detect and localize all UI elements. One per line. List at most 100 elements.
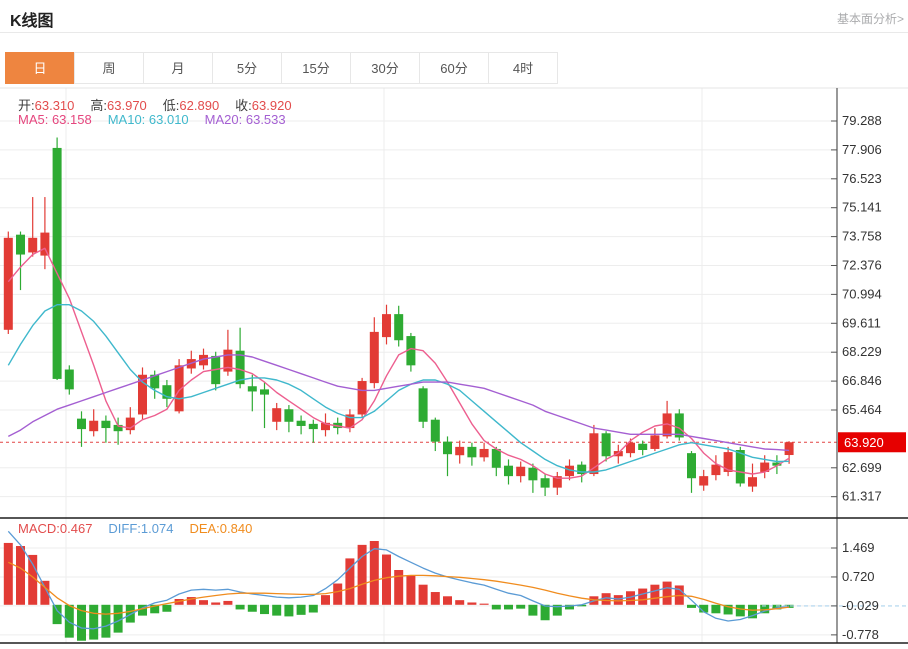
ohlc-pair: 低:62.890 <box>163 98 219 113</box>
candle-body <box>784 442 794 456</box>
price-axis-label: 70.994 <box>842 286 882 301</box>
candle-body <box>89 420 99 432</box>
ohlc-label: 低: <box>162 98 180 113</box>
candle-body <box>516 466 526 477</box>
macd-bar <box>443 596 452 605</box>
ohlc-pair: 高:63.970 <box>90 98 146 113</box>
macd-axis-label: -0.778 <box>842 627 879 642</box>
price-axis-label: 61.317 <box>842 489 882 504</box>
candle-body <box>479 448 489 458</box>
candle-body <box>296 420 306 426</box>
ma-value: MA10: 63.010 <box>107 112 189 127</box>
candle-body <box>394 314 404 341</box>
price-axis-label: 66.846 <box>842 373 882 388</box>
price-axis-label: 75.141 <box>842 200 882 215</box>
macd-bar <box>284 604 294 617</box>
candle-body <box>284 409 294 422</box>
candle-body <box>528 467 538 481</box>
macd-bar <box>162 604 172 612</box>
price-pane <box>0 137 837 496</box>
candle-body <box>504 465 513 477</box>
ma-value: MA5: 63.158 <box>18 112 92 127</box>
candle-body <box>748 477 757 487</box>
candle-body <box>101 420 111 429</box>
macd-bar <box>479 603 489 605</box>
candle-body <box>638 443 648 451</box>
candle-body <box>260 389 269 395</box>
price-axis-label: 69.611 <box>842 315 881 330</box>
candle-body <box>735 450 745 484</box>
candle-body <box>52 147 62 379</box>
price-axis-label: 62.699 <box>842 460 882 475</box>
price-axis-label: 76.523 <box>842 171 882 186</box>
candle-body <box>369 331 379 384</box>
ma20-line <box>7 354 790 452</box>
macd-bar <box>382 554 391 605</box>
macd-bar <box>89 604 99 640</box>
macd-bar <box>491 604 501 610</box>
ma-value: MA20: 63.533 <box>204 112 286 127</box>
macd-bar <box>16 546 25 605</box>
macd-bar <box>687 604 696 608</box>
candle-body <box>443 441 452 455</box>
macd-bar <box>247 604 257 612</box>
current-price-badge-label: 63.920 <box>844 435 884 450</box>
macd-axis-label: 0.720 <box>842 569 875 584</box>
macd-value: DIFF:1.074 <box>108 521 174 536</box>
ohlc-pair: 开:63.310 <box>18 98 74 113</box>
macd-readout: MACD:0.467 DIFF:1.074 DEA:0.840 <box>18 521 268 536</box>
ohlc-value: 62.890 <box>179 98 220 113</box>
candle-body <box>430 419 440 442</box>
price-axis-label: 79.288 <box>842 113 882 128</box>
ohlc-label: 高: <box>90 98 108 113</box>
candle-body <box>40 232 50 256</box>
ohlc-value: 63.310 <box>34 98 75 113</box>
macd-bar <box>638 588 648 605</box>
macd-bar <box>662 581 672 605</box>
macd-bar <box>3 542 13 605</box>
price-axis-label: 68.229 <box>842 344 882 359</box>
gridlines <box>0 88 837 643</box>
macd-bar <box>540 604 550 621</box>
candle-body <box>247 386 257 392</box>
candle-body <box>601 433 611 457</box>
macd-bar <box>272 604 282 616</box>
macd-pane <box>0 530 906 641</box>
macd-bar <box>125 604 135 623</box>
candle-body <box>16 234 25 255</box>
candle-body <box>699 476 709 486</box>
candle-body <box>272 408 282 422</box>
candle-body <box>687 453 696 479</box>
ma-readout: MA5: 63.158 MA10: 63.010 MA20: 63.533 <box>18 112 302 127</box>
candle-body <box>491 448 501 468</box>
macd-value: MACD:0.467 <box>18 521 93 536</box>
macd-bar <box>430 592 440 605</box>
ohlc-pair: 收:63.920 <box>235 98 291 113</box>
price-axis-label: 65.464 <box>842 402 882 417</box>
macd-axis-label: 1.469 <box>842 540 875 555</box>
kline-panel: K线图 基本面分析> 日周月 5分 15分 30分 60分 4时 79.288 77.906… <box>0 0 908 649</box>
candle-body <box>540 478 550 488</box>
macd-bar <box>333 583 343 605</box>
macd-bar <box>711 604 721 614</box>
macd-bar <box>650 584 660 605</box>
macd-bar <box>296 604 306 615</box>
price-axis-label: 72.376 <box>842 257 882 272</box>
macd-bar <box>528 604 538 616</box>
ohlc-label: 开: <box>18 98 35 113</box>
macd-bar <box>260 604 269 615</box>
macd-bar <box>308 604 318 613</box>
candle-body <box>77 418 86 430</box>
candle-body <box>28 237 38 253</box>
candle-body <box>711 464 721 476</box>
macd-bar <box>613 595 623 605</box>
macd-bar <box>321 595 330 605</box>
macd-bar <box>235 604 245 610</box>
macd-bar <box>211 602 221 605</box>
y-axis: 79.288 77.906 76.523 75.141 73.758 72.376 70.9… <box>0 87 908 644</box>
macd-bar <box>199 600 208 605</box>
macd-bar <box>467 602 477 605</box>
ohlc-value: 63.920 <box>251 98 292 113</box>
macd-bar <box>101 604 111 638</box>
macd-bar <box>735 604 745 617</box>
